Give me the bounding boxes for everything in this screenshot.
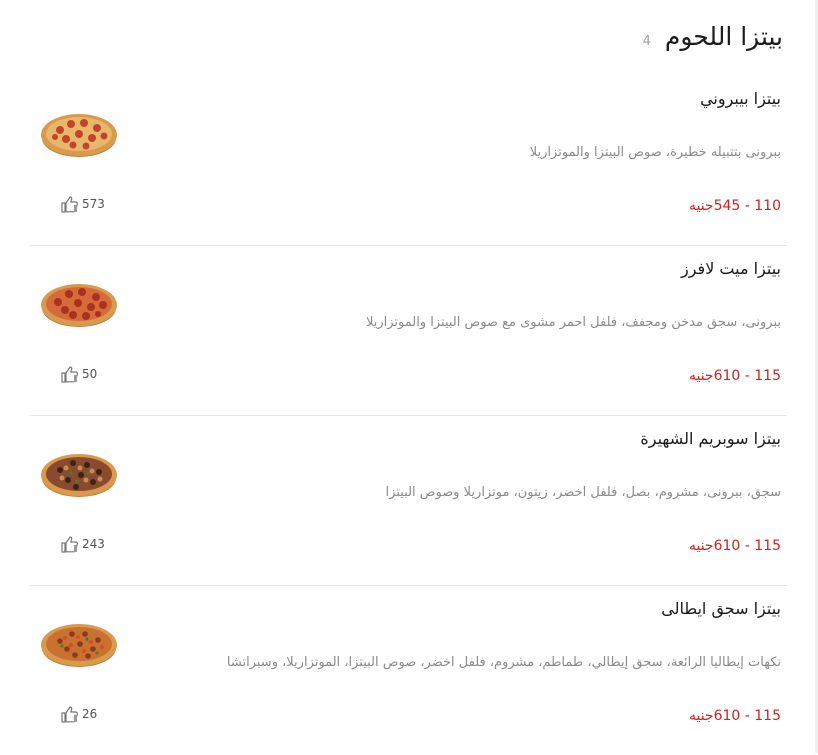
supreme-pizza-image[interactable] <box>40 448 118 500</box>
section-header: بيتزا اللحوم 4 <box>643 22 783 51</box>
menu-item[interactable]: بيتزا سوبريم الشهيرة سجق، ببرونى، مشروم،… <box>30 415 787 586</box>
menu-item[interactable]: بيتزا بيبروني ببرونى بتتبيله خطيرة، صوص … <box>30 75 787 246</box>
item-price: 110 - 545جنيه <box>688 198 781 214</box>
item-description: نكهات إيطاليا الرائعة، سجق إيطالي، طماطم… <box>226 655 781 670</box>
likes-count: 50 <box>82 367 98 381</box>
item-name[interactable]: بيتزا سوبريم الشهيرة <box>640 429 781 448</box>
item-name[interactable]: بيتزا ميت لافرز <box>681 259 781 278</box>
likes[interactable]: 26 <box>60 705 97 723</box>
pepperoni-pizza-image[interactable] <box>40 108 118 160</box>
italian-sausage-pizza-image[interactable] <box>40 618 118 670</box>
likes-count: 243 <box>82 537 105 551</box>
likes-count: 26 <box>82 707 98 721</box>
likes-count: 573 <box>82 197 105 211</box>
item-description: ببرونى، سجق مدخن ومجفف، فلفل احمر مشوى م… <box>365 315 781 330</box>
meat-lovers-pizza-image[interactable] <box>40 278 118 330</box>
thumbs-up-icon[interactable] <box>60 535 80 553</box>
item-description: سجق، ببرونى، مشروم، بصل، فلفل اخضر، زيتو… <box>385 485 781 500</box>
item-price: 115 - 610جنيه <box>688 368 781 384</box>
section-title: بيتزا اللحوم <box>664 22 783 51</box>
likes[interactable]: 243 <box>60 535 105 553</box>
item-price: 115 - 610جنيه <box>688 708 781 724</box>
item-description: ببرونى بتتبيله خطيرة، صوص البيتزا والموت… <box>529 145 781 160</box>
thumbs-up-icon[interactable] <box>60 195 80 213</box>
thumbs-up-icon[interactable] <box>60 365 80 383</box>
section-count: 4 <box>642 34 651 49</box>
item-name[interactable]: بيتزا بيبروني <box>700 89 781 108</box>
item-name[interactable]: بيتزا سجق ايطالى <box>661 599 781 618</box>
menu-item[interactable]: بيتزا ميت لافرز ببرونى، سجق مدخن ومجفف، … <box>30 245 787 416</box>
item-price: 115 - 610جنيه <box>688 538 781 554</box>
thumbs-up-icon[interactable] <box>60 705 80 723</box>
menu-item[interactable]: بيتزا سجق ايطالى نكهات إيطاليا الرائعة، … <box>30 585 787 755</box>
likes[interactable]: 573 <box>60 195 105 213</box>
likes[interactable]: 50 <box>60 365 97 383</box>
